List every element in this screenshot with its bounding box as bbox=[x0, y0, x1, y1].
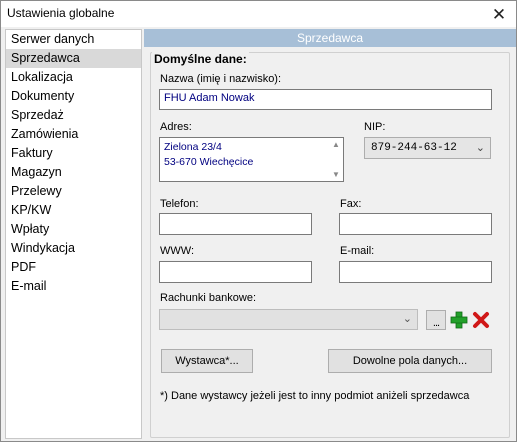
title-bar: Ustawienia globalne ✕ bbox=[1, 1, 516, 27]
scroll-up-icon[interactable]: ▲ bbox=[332, 140, 340, 149]
sidebar-item-serwer-danych[interactable]: Serwer danych bbox=[6, 30, 141, 49]
sidebar-item-windykacja[interactable]: Windykacja bbox=[6, 239, 141, 258]
scroll-down-icon[interactable]: ▼ bbox=[332, 170, 340, 179]
fax-field[interactable] bbox=[339, 213, 492, 235]
settings-window: Ustawienia globalne ✕ Serwer danych Sprz… bbox=[0, 0, 517, 442]
chevron-down-icon: ⌄ bbox=[402, 313, 412, 325]
sidebar-item-przelewy[interactable]: Przelewy bbox=[6, 182, 141, 201]
more-options-button[interactable]: ... bbox=[426, 310, 446, 330]
nip-label: NIP: bbox=[364, 121, 386, 133]
sidebar-item-kp-kw[interactable]: KP/KW bbox=[6, 201, 141, 220]
phone-field[interactable] bbox=[159, 213, 312, 235]
nip-select[interactable]: 879-244-63-12 ⌄ bbox=[364, 137, 491, 159]
group-title: Domyślne dane: bbox=[152, 52, 249, 66]
sidebar-item-lokalizacja[interactable]: Lokalizacja bbox=[6, 68, 141, 87]
name-label: Nazwa (imię i nazwisko): bbox=[160, 73, 282, 85]
issuer-button[interactable]: Wystawca*... bbox=[161, 349, 253, 373]
bank-accounts-label: Rachunki bankowe: bbox=[160, 292, 257, 304]
bank-accounts-select[interactable]: ⌄ bbox=[159, 309, 418, 330]
address-label: Adres: bbox=[160, 121, 192, 133]
panel-header: Sprzedawca bbox=[144, 29, 516, 47]
delete-x-icon bbox=[473, 312, 489, 328]
seller-panel: Sprzedawca Domyślne dane: Nazwa (imię i … bbox=[144, 29, 516, 441]
sidebar-item-sprzedaz[interactable]: Sprzedaż bbox=[6, 106, 141, 125]
settings-sidebar: Serwer danych Sprzedawca Lokalizacja Dok… bbox=[5, 29, 142, 439]
www-field[interactable] bbox=[159, 261, 312, 283]
chevron-down-icon: ⌄ bbox=[475, 141, 485, 154]
sidebar-item-sprzedawca[interactable]: Sprzedawca bbox=[6, 49, 141, 68]
sidebar-item-dokumenty[interactable]: Dokumenty bbox=[6, 87, 141, 106]
plus-icon bbox=[450, 311, 468, 329]
sidebar-item-magazyn[interactable]: Magazyn bbox=[6, 163, 141, 182]
issuer-footnote: *) Dane wystawcy jeżeli jest to inny pod… bbox=[160, 390, 470, 402]
email-label: E-mail: bbox=[340, 245, 375, 257]
address-line-2: 53-670 Wiechęcice bbox=[164, 156, 254, 168]
name-field[interactable]: FHU Adam Nowak bbox=[159, 89, 492, 110]
fax-label: Fax: bbox=[340, 198, 362, 210]
phone-label: Telefon: bbox=[160, 198, 199, 210]
sidebar-item-faktury[interactable]: Faktury bbox=[6, 144, 141, 163]
add-account-button[interactable] bbox=[449, 310, 469, 330]
delete-account-button[interactable] bbox=[471, 310, 491, 330]
ellipsis-icon: ... bbox=[432, 316, 440, 329]
address-field[interactable]: Zielona 23/4 53-670 Wiechęcice ▲ ▼ bbox=[159, 137, 344, 182]
sidebar-item-e-mail[interactable]: E-mail bbox=[6, 277, 141, 296]
address-scrollbar[interactable]: ▲ ▼ bbox=[329, 138, 343, 181]
nip-value: 879-244-63-12 bbox=[371, 142, 457, 154]
close-icon[interactable]: ✕ bbox=[488, 3, 510, 25]
www-label: WWW: bbox=[160, 245, 195, 257]
sidebar-item-pdf[interactable]: PDF bbox=[6, 258, 141, 277]
address-line-1: Zielona 23/4 bbox=[164, 141, 222, 153]
sidebar-item-zamowienia[interactable]: Zamówienia bbox=[6, 125, 141, 144]
email-field[interactable] bbox=[339, 261, 492, 283]
custom-fields-button[interactable]: Dowolne pola danych... bbox=[328, 349, 492, 373]
window-title: Ustawienia globalne bbox=[7, 6, 115, 20]
sidebar-item-wplaty[interactable]: Wpłaty bbox=[6, 220, 141, 239]
